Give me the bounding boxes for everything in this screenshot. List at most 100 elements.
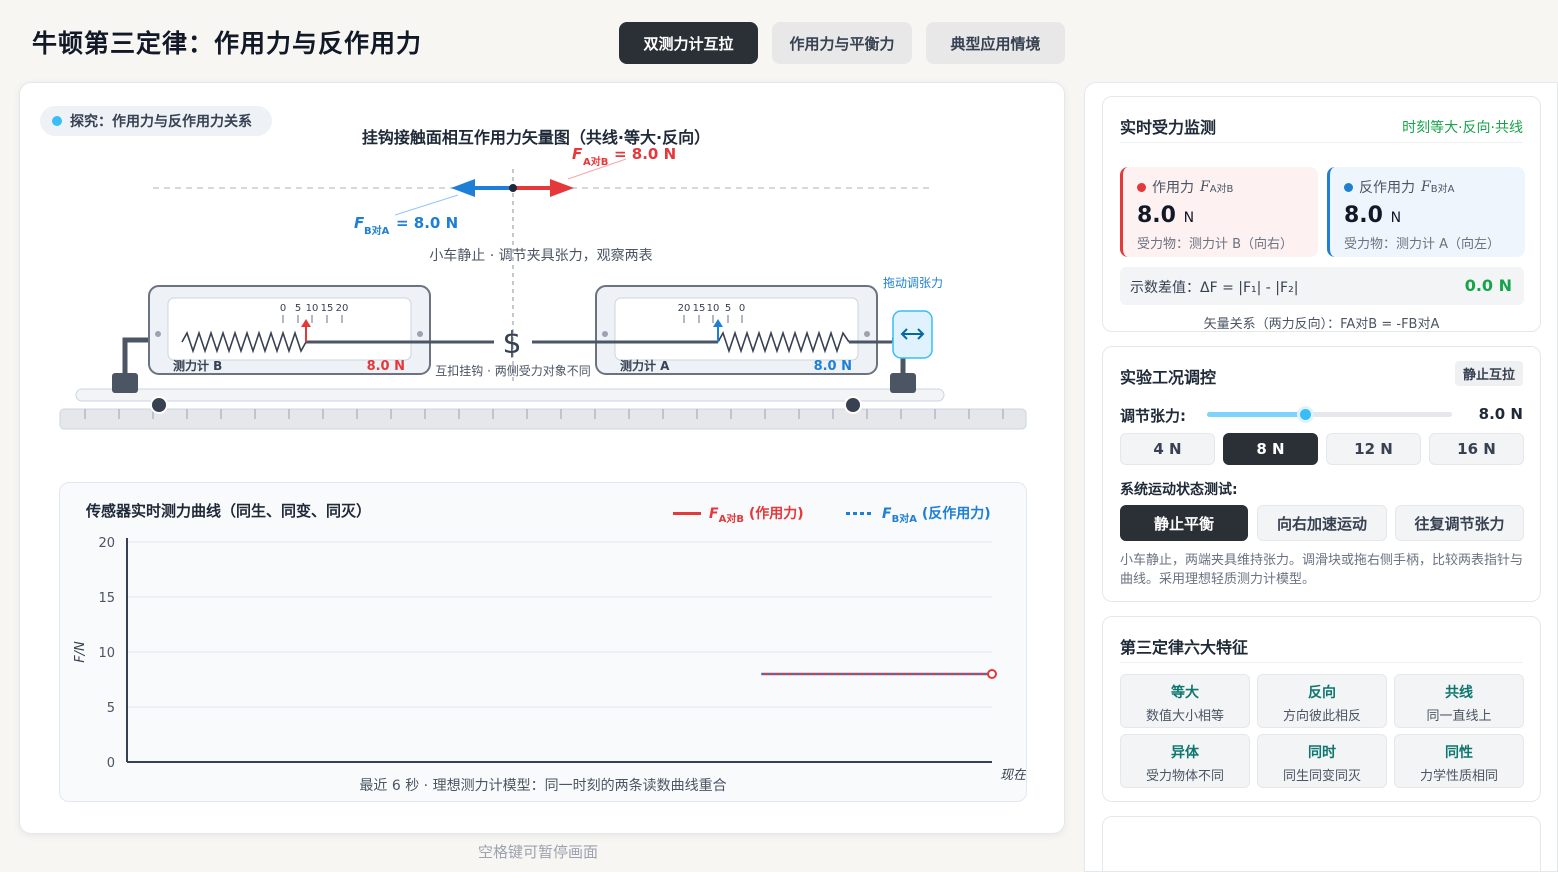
reaction-unit: N bbox=[1390, 210, 1402, 226]
accelerate-right-button[interactable]: 向右加速运动 bbox=[1257, 505, 1387, 541]
tension-label: 调节张力: bbox=[1120, 407, 1186, 425]
fab-value: = 8.0 N bbox=[614, 145, 676, 163]
drag-hint: 拖动调张力 bbox=[883, 276, 943, 290]
vector-relation: 矢量关系（两力反向）：FA对B = -FB对A bbox=[1203, 317, 1440, 332]
contact-point bbox=[509, 184, 517, 192]
oscillate-tension-button[interactable]: 往复调节张力 bbox=[1395, 505, 1524, 541]
feature-desc: 同生同变同灭 bbox=[1282, 769, 1361, 784]
fab-symbol: F bbox=[572, 145, 583, 163]
fab-arrow-icon bbox=[550, 179, 574, 197]
action-dot-icon bbox=[1137, 182, 1146, 192]
control-title: 实验工况调控 bbox=[1120, 368, 1217, 387]
action-label: 作用力 bbox=[1152, 180, 1194, 196]
action-sub: A对B bbox=[1209, 183, 1234, 195]
meter-b-name: 测力计 B bbox=[173, 358, 222, 373]
feature-collinear: 共线 同一直线上 bbox=[1394, 674, 1524, 728]
series-current-point bbox=[987, 669, 997, 679]
meter-a-name: 测力计 A bbox=[620, 358, 670, 373]
meter-a-tick-label: 0 bbox=[739, 303, 745, 314]
fab-subscript: A对B bbox=[583, 155, 608, 168]
fba-value: = 8.0 N bbox=[396, 214, 458, 232]
feature-head: 同性 bbox=[1445, 745, 1473, 761]
feature-head: 反向 bbox=[1308, 685, 1336, 701]
reaction-force-box: 反作用力 F B对A 8.0 N 受力物：测力计 A（向左） bbox=[1327, 167, 1525, 257]
left-clamp-base bbox=[112, 373, 138, 393]
tension-slider[interactable] bbox=[1207, 406, 1452, 423]
fba-leader-line bbox=[394, 194, 459, 216]
tab-dual-meter-pull[interactable]: 双测力计互拉 bbox=[619, 22, 758, 64]
mode-tabs: 双测力计互拉 作用力与平衡力 典型应用情境 bbox=[619, 22, 1065, 64]
fba-subscript: B对A bbox=[364, 224, 390, 237]
meter-a-tick-label: 5 bbox=[725, 303, 731, 314]
meter-b-tick-label: 5 bbox=[295, 303, 301, 314]
tension-value: 8.0 N bbox=[1478, 405, 1523, 423]
action-force-box: 作用力 F A对B 8.0 N 受力物：测力计 B（向右） bbox=[1120, 167, 1318, 257]
control-card: 实验工况调控 静止互拉 调节张力: 8.0 N 4 N 8 N 12 N 16 … bbox=[1102, 346, 1541, 602]
reaction-dot-icon bbox=[1344, 182, 1353, 192]
feature-desc: 受力物体不同 bbox=[1145, 769, 1224, 784]
meter-a-screw bbox=[864, 331, 870, 337]
motion-label: 系统运动状态测试: bbox=[1120, 482, 1238, 498]
reaction-sub: B对A bbox=[1430, 183, 1455, 195]
action-target: 受力物：测力计 B（向右） bbox=[1137, 237, 1294, 252]
ruler-base bbox=[59, 408, 1027, 430]
meter-a-screw bbox=[602, 331, 608, 337]
feature-desc: 同一直线上 bbox=[1426, 709, 1492, 724]
side-panel: 实时受力监测 时刻等大·反向·共线 作用力 F A对B 8.0 N 受力物：测力计 … bbox=[1084, 82, 1558, 872]
y-axis-label: F/N bbox=[73, 641, 88, 663]
meter-a-tick-label: 20 bbox=[678, 303, 691, 314]
static-balance-button[interactable]: 静止平衡 bbox=[1120, 505, 1248, 541]
tab-action-vs-balance[interactable]: 作用力与平衡力 bbox=[772, 22, 912, 64]
difference-label: 示数差值：ΔF = |F₁| - |F₂| bbox=[1130, 280, 1299, 296]
control-description: 小车静止，两端夹具维持张力。调滑块或拖右侧手柄，比较两表指针与曲线。采用理想轻质… bbox=[1120, 553, 1524, 587]
feature-equal: 等大 数值大小相等 bbox=[1120, 674, 1250, 728]
meter-b-screw bbox=[417, 331, 423, 337]
feature-same-nature: 同性 力学性质相同 bbox=[1394, 734, 1524, 788]
difference-value: 0.0 N bbox=[1464, 276, 1512, 295]
feature-different-bodies: 异体 受力物体不同 bbox=[1120, 734, 1250, 788]
feature-head: 共线 bbox=[1445, 685, 1473, 701]
meter-a-tick-label: 10 bbox=[707, 303, 720, 314]
preset-12n-button[interactable]: 12 N bbox=[1326, 433, 1421, 465]
wheel-left bbox=[150, 396, 168, 414]
y-tick-label: 5 bbox=[107, 701, 115, 716]
difference-row: 示数差值：ΔF = |F₁| - |F₂| 0.0 N bbox=[1120, 267, 1524, 305]
meter-b-value: 8.0 N bbox=[367, 359, 405, 374]
feature-desc: 方向彼此相反 bbox=[1282, 709, 1361, 724]
divider bbox=[1120, 142, 1523, 143]
features-card: 第三定律六大特征 等大数值大小相等 反向方向彼此相反 共线同一直线上 异体受力物… bbox=[1102, 616, 1541, 802]
meter-a-window bbox=[614, 297, 859, 361]
page-title: 牛顿第三定律：作用力与反作用力 bbox=[32, 29, 423, 58]
cart-rail bbox=[75, 388, 945, 402]
preset-4n-button[interactable]: 4 N bbox=[1120, 433, 1215, 465]
tab-applications[interactable]: 典型应用情境 bbox=[926, 22, 1065, 64]
force-chart: 05101520F/N现在 bbox=[73, 536, 1026, 783]
meter-b-tick-label: 15 bbox=[321, 303, 334, 314]
reaction-target: 受力物：测力计 A（向左） bbox=[1344, 237, 1501, 252]
meter-b-screw bbox=[155, 331, 161, 337]
tension-slider-fill bbox=[1207, 412, 1305, 417]
state-badge: 静止互拉 bbox=[1454, 361, 1523, 386]
action-symbol: F bbox=[1200, 179, 1210, 195]
action-unit: N bbox=[1183, 210, 1195, 226]
feature-head: 异体 bbox=[1171, 745, 1199, 761]
feature-desc: 数值大小相等 bbox=[1145, 709, 1224, 724]
y-tick-label: 10 bbox=[98, 646, 115, 661]
interlocked-hooks-icon: $ bbox=[502, 326, 521, 361]
status-text: 小车静止 · 调节夹具张力，观察两表 bbox=[429, 247, 652, 264]
hook-note: 互扣挂钩 · 两侧受力对象不同 bbox=[435, 364, 590, 378]
experiment-panel: 探究：作用力与反作用力关系 挂钩接触面相互作用力矢量图（共线·等大·反向） F … bbox=[19, 82, 1065, 834]
meter-b-tick-label: 0 bbox=[280, 303, 286, 314]
preset-16n-button[interactable]: 16 N bbox=[1429, 433, 1524, 465]
monitor-title: 实时受力监测 bbox=[1120, 118, 1217, 137]
feature-head: 等大 bbox=[1171, 685, 1199, 701]
dynamometer-scene: 挂钩接触面相互作用力矢量图（共线·等大·反向） F A对B = 8.0 N F … bbox=[59, 128, 1027, 430]
reaction-value: 8.0 bbox=[1344, 203, 1383, 228]
feature-opposite: 反向 方向彼此相反 bbox=[1257, 674, 1387, 728]
features-title: 第三定律六大特征 bbox=[1120, 638, 1249, 657]
tension-slider-thumb[interactable] bbox=[1297, 406, 1314, 423]
y-tick-label: 15 bbox=[98, 591, 115, 606]
meter-a-value: 8.0 N bbox=[814, 359, 852, 374]
y-tick-label: 20 bbox=[98, 536, 115, 551]
preset-8n-button[interactable]: 8 N bbox=[1223, 433, 1318, 465]
